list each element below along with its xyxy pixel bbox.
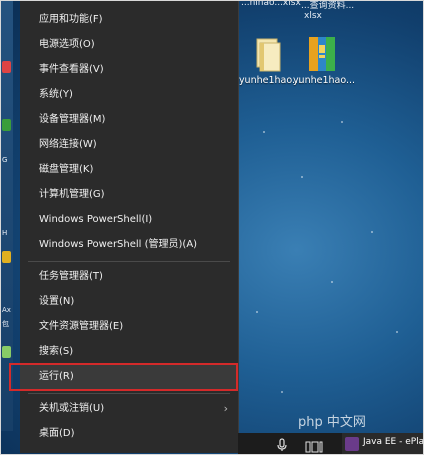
menu-item-system[interactable]: 系统(Y) <box>20 83 238 107</box>
menu-separator <box>28 393 230 394</box>
menu-item-disk-management[interactable]: 磁盘管理(K) <box>20 158 238 182</box>
desktop-icon-yunhe1hao-archive[interactable]: yunhe1hao... <box>291 35 355 90</box>
desktop-star <box>371 231 373 233</box>
desktop-caption: xlsx <box>304 11 322 21</box>
desktop-star <box>341 121 343 123</box>
menu-item-file-explorer[interactable]: 文件资源管理器(E) <box>20 315 238 339</box>
strip-label: H <box>2 229 8 237</box>
app-icon[interactable] <box>2 251 11 263</box>
winrar-archive-icon <box>305 35 339 73</box>
desktop-star <box>301 176 303 178</box>
run-highlight-box <box>9 363 238 391</box>
taskbar-app-eclipse[interactable]: Java EE - ePla <box>342 433 424 454</box>
menu-item-network-connections[interactable]: 网络连接(W) <box>20 133 238 157</box>
menu-item-label: 关机或注销(U) <box>39 403 105 414</box>
menu-item-device-manager[interactable]: 设备管理器(M) <box>20 108 238 132</box>
folder-icon <box>251 35 285 73</box>
desktop-icon-label: yunhe1hao... <box>292 75 356 86</box>
menu-item-desktop[interactable]: 桌面(D) <box>20 422 238 446</box>
microphone-icon[interactable] <box>275 437 289 451</box>
menu-item-task-manager[interactable]: 任务管理器(T) <box>20 265 238 289</box>
eclipse-app-icon <box>345 437 359 451</box>
menu-item-shutdown-signout[interactable]: 关机或注销(U) › <box>20 397 238 421</box>
desktop-star <box>263 131 265 133</box>
taskbar: Java EE - ePla <box>238 433 424 454</box>
app-icon[interactable] <box>2 61 11 73</box>
menu-item-event-viewer[interactable]: 事件查看器(V) <box>20 58 238 82</box>
strip-label: 包 <box>2 320 9 328</box>
menu-separator <box>28 261 230 262</box>
menu-item-settings[interactable]: 设置(N) <box>20 290 238 314</box>
desktop-screen: To ...ninao...xlsx ...查询资料... xlsx G H A… <box>0 0 424 455</box>
menu-item-power-options[interactable]: 电源选项(O) <box>20 33 238 57</box>
menu-item-apps-features[interactable]: 应用和功能(F) <box>20 8 238 32</box>
desktop-caption: ...ninao...xlsx <box>241 0 301 8</box>
app-icon[interactable] <box>2 346 11 358</box>
menu-item-computer-management[interactable]: 计算机管理(G) <box>20 183 238 207</box>
task-view-icon[interactable] <box>305 438 323 453</box>
watermark: php 中文网 <box>298 415 366 430</box>
desktop-star <box>331 281 333 283</box>
taskbar-app-label: Java EE - ePla <box>363 437 424 447</box>
desktop-caption: ...查询资料... <box>301 1 355 11</box>
menu-item-powershell[interactable]: Windows PowerShell(I) <box>20 208 238 232</box>
strip-label: Ax <box>2 306 11 314</box>
desktop-star <box>281 391 283 393</box>
menu-item-powershell-admin[interactable]: Windows PowerShell (管理员)(A) <box>20 233 238 257</box>
menu-item-search[interactable]: 搜索(S) <box>20 340 238 364</box>
desktop-star <box>256 311 258 313</box>
desktop-star <box>396 331 398 333</box>
strip-label: G <box>2 156 8 164</box>
chevron-right-icon: › <box>223 402 228 415</box>
app-icon[interactable] <box>2 119 11 131</box>
